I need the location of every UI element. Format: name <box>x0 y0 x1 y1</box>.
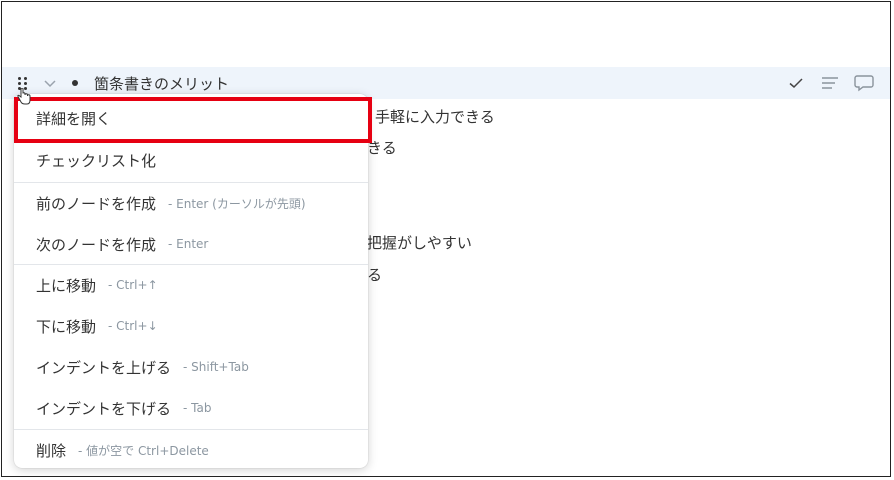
menu-item-label: チェックリスト化 <box>36 151 157 170</box>
menu-item-shortcut: - Enter <box>168 237 209 251</box>
menu-item-label: 上に移動 <box>36 276 97 295</box>
row-actions <box>786 73 874 93</box>
child-item-text[interactable]: きる <box>367 137 397 158</box>
menu-item-shortcut: - Tab <box>183 401 212 415</box>
menu-item-move-up[interactable]: 上に移動 - Ctrl+↑ <box>14 265 368 305</box>
context-menu: 詳細を開く チェックリスト化 前のノードを作成 - Enter (カーソルが先頭… <box>14 94 368 468</box>
menu-item-label: インデントを上げる <box>36 358 172 377</box>
menu-item-label: 詳細を開く <box>36 109 112 128</box>
menu-item-indent[interactable]: インデントを下げる - Tab <box>14 388 368 428</box>
menu-item-make-checklist[interactable]: チェックリスト化 <box>14 140 368 180</box>
menu-item-label: 下に移動 <box>36 317 97 336</box>
menu-item-label: インデントを下げる <box>36 399 172 418</box>
app-frame: 箇条書きのメリット 手軽に入力できる きる 把握がしやすい る 詳細を開く チェ… <box>1 1 891 477</box>
menu-item-shortcut: - Shift+Tab <box>183 360 249 374</box>
comment-icon[interactable] <box>854 73 874 93</box>
menu-item-shortcut: - Enter (カーソルが先頭) <box>168 196 306 211</box>
menu-item-shortcut: - Ctrl+↑ <box>108 278 158 292</box>
menu-item-shortcut: - Ctrl+↓ <box>108 319 158 333</box>
node-title[interactable]: 箇条書きのメリット <box>94 73 229 94</box>
child-item-text[interactable]: る <box>367 264 382 285</box>
hand-pointer-icon <box>16 87 32 109</box>
menu-item-label: 前のノードを作成 <box>36 194 157 213</box>
bullet-icon <box>72 80 78 86</box>
menu-item-move-down[interactable]: 下に移動 - Ctrl+↓ <box>14 306 368 346</box>
check-icon[interactable] <box>786 73 806 93</box>
menu-item-create-previous-node[interactable]: 前のノードを作成 - Enter (カーソルが先頭) <box>14 183 368 223</box>
menu-item-outdent[interactable]: インデントを上げる - Shift+Tab <box>14 347 368 387</box>
menu-item-delete[interactable]: 削除 - 値が空で Ctrl+Delete <box>14 430 368 468</box>
menu-item-label: 削除 <box>36 441 67 460</box>
child-item-text[interactable]: 手軽に入力できる <box>375 106 495 127</box>
menu-item-shortcut: - 値が空で Ctrl+Delete <box>78 443 209 458</box>
menu-item-create-next-node[interactable]: 次のノードを作成 - Enter <box>14 224 368 264</box>
note-lines-icon[interactable] <box>820 73 840 93</box>
menu-item-open-details[interactable]: 詳細を開く <box>14 98 368 138</box>
menu-item-label: 次のノードを作成 <box>36 235 157 254</box>
chevron-down-icon[interactable] <box>42 75 58 91</box>
child-item-text[interactable]: 把握がしやすい <box>367 232 472 253</box>
